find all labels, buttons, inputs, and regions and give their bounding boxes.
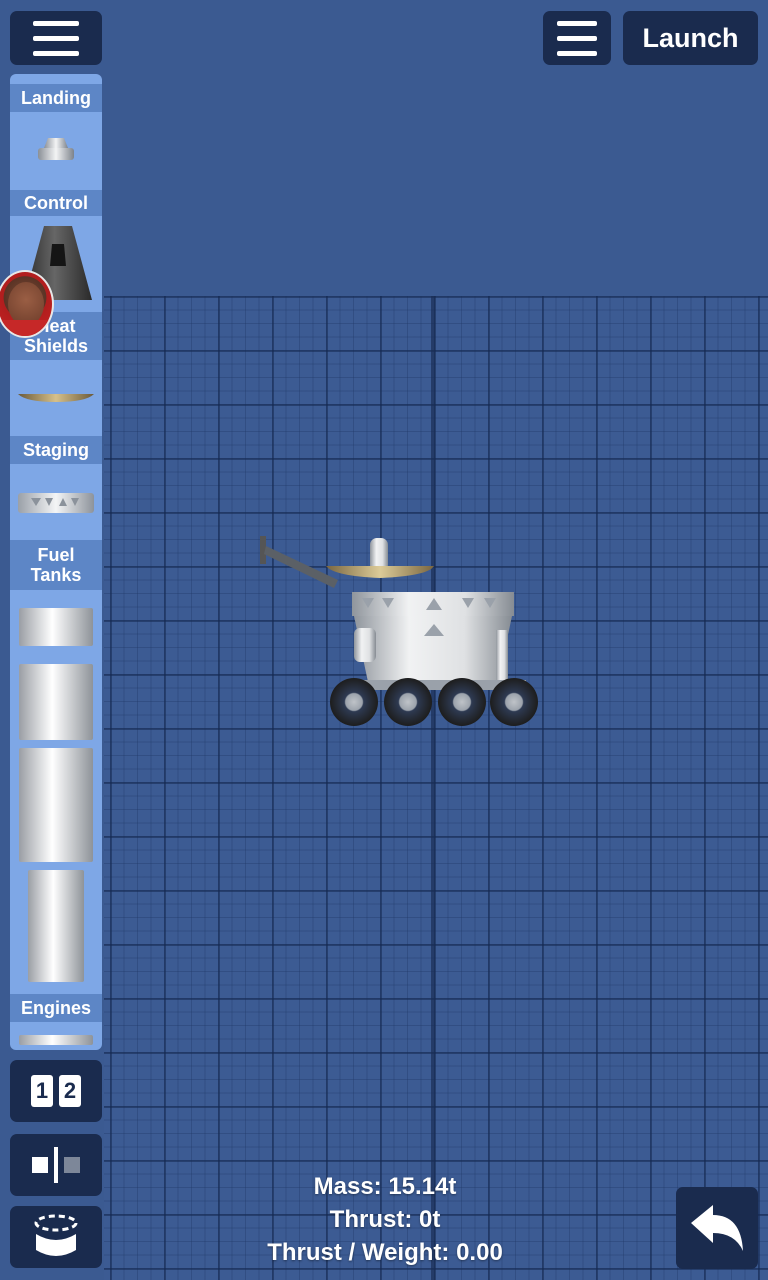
heat-shield-part[interactable] bbox=[16, 390, 96, 409]
fuel-tank-small[interactable] bbox=[19, 608, 93, 651]
build-grid[interactable] bbox=[104, 296, 768, 1280]
cylinder-icon bbox=[34, 1214, 78, 1256]
options-menu-button[interactable] bbox=[543, 11, 611, 65]
undo-icon bbox=[691, 1205, 743, 1251]
rover-craft[interactable] bbox=[258, 532, 542, 733]
thrust-stat: Thrust: 0t bbox=[329, 1206, 441, 1233]
menu-icon-bar bbox=[557, 20, 597, 26]
parts-sidebar[interactable]: Landing Control Heat Shields Staging Fue… bbox=[10, 74, 102, 1050]
menu-icon-bar bbox=[33, 50, 79, 56]
stage-numbers-button[interactable]: 1 2 bbox=[10, 1060, 102, 1122]
fuel-tanks-label: Fuel Tanks bbox=[30, 545, 82, 585]
fuel-tank-large[interactable] bbox=[19, 748, 93, 867]
grid-center-line bbox=[431, 296, 435, 1280]
symmetry-icon bbox=[32, 1147, 80, 1183]
menu-icon-bar bbox=[33, 35, 79, 41]
main-menu-button[interactable] bbox=[10, 11, 102, 65]
menu-icon-bar bbox=[557, 50, 597, 56]
fuel-tank-tall[interactable] bbox=[28, 870, 84, 987]
craft-stats: Mass: 15.14t Thrust: 0t Thrust / Weight:… bbox=[200, 1170, 570, 1269]
thrust-weight-stat: Thrust / Weight: 0.00 bbox=[267, 1239, 503, 1266]
launch-button[interactable]: Launch bbox=[623, 11, 758, 65]
fuel-tank-medium[interactable] bbox=[19, 664, 93, 745]
category-engines[interactable]: Engines bbox=[10, 994, 102, 1022]
symmetry-toggle-button[interactable] bbox=[10, 1134, 102, 1196]
category-staging[interactable]: Staging bbox=[10, 436, 102, 464]
undo-button[interactable] bbox=[676, 1187, 758, 1269]
launch-label: Launch bbox=[642, 22, 739, 53]
engine-part-partial[interactable] bbox=[19, 1032, 93, 1050]
menu-icon-bar bbox=[557, 35, 597, 41]
category-landing[interactable]: Landing bbox=[10, 84, 102, 112]
decoupler-part[interactable] bbox=[17, 492, 95, 519]
menu-icon-bar bbox=[33, 20, 79, 26]
category-fuel-tanks[interactable]: Fuel Tanks bbox=[10, 540, 102, 590]
player-avatar[interactable] bbox=[0, 270, 54, 338]
fuel-tank-view-button[interactable] bbox=[10, 1206, 102, 1268]
landing-part[interactable] bbox=[36, 136, 76, 167]
mass-stat: Mass: 15.14t bbox=[313, 1173, 457, 1200]
avatar-shirt bbox=[0, 320, 52, 336]
stage-number-2: 2 bbox=[59, 1075, 81, 1107]
stage-number-1: 1 bbox=[31, 1075, 53, 1107]
category-control[interactable]: Control bbox=[10, 190, 102, 216]
